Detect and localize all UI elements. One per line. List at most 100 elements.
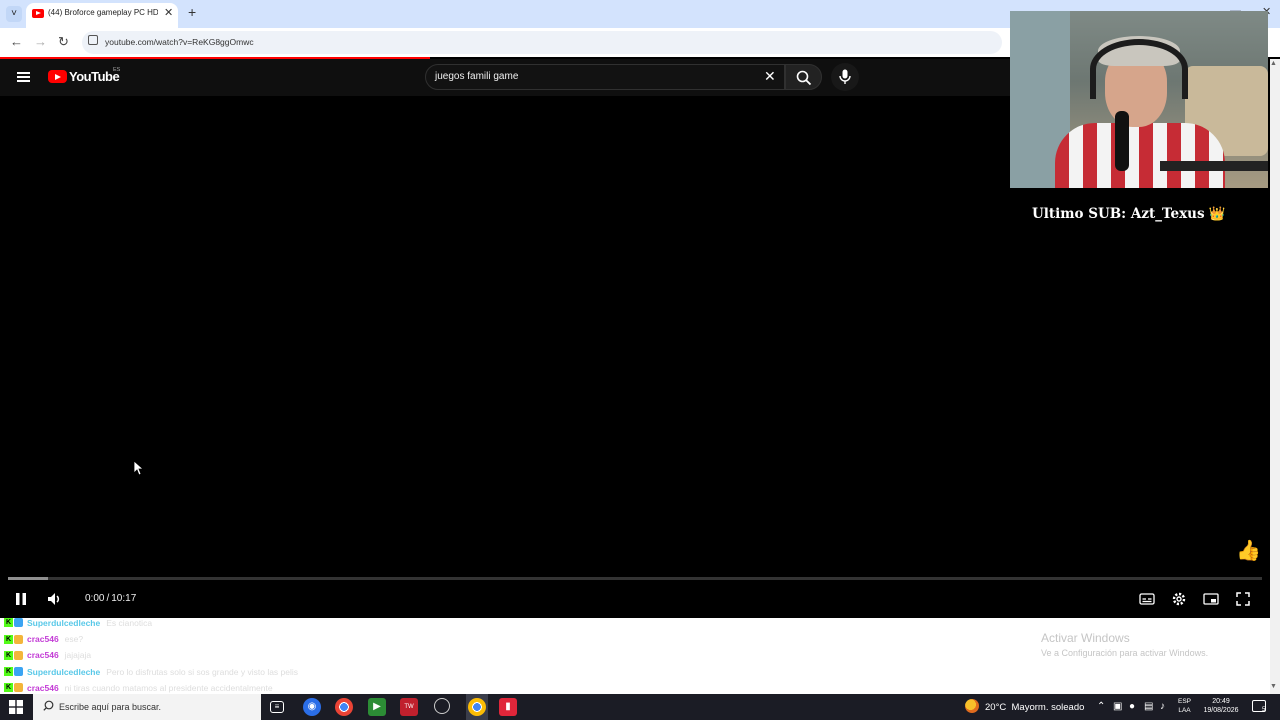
chat-line: Kcrac546 ese? xyxy=(4,633,83,647)
chrome-icon[interactable] xyxy=(335,698,353,716)
lang-top: ESP xyxy=(1178,698,1192,705)
hamburger-menu-icon[interactable] xyxy=(17,72,30,82)
weather-temp: 20°C xyxy=(985,702,1007,713)
weather-desc: Mayorm. soleado xyxy=(1011,702,1085,713)
player-side-area xyxy=(1010,188,1270,618)
chrome-active-icon[interactable] xyxy=(468,698,486,716)
youtube-logo-icon[interactable] xyxy=(48,70,67,83)
forward-arrow-icon[interactable]: → xyxy=(34,34,47,49)
notification-count: 5 xyxy=(1262,707,1266,713)
windows-activation-title: Activar Windows xyxy=(1041,631,1130,645)
settings-gear-icon[interactable] xyxy=(1171,591,1187,607)
chat-username: crac546 xyxy=(27,634,59,645)
search-input[interactable]: juegos famili game ✕ xyxy=(425,64,785,90)
windows-activation-subtitle: Ve a Configuración para activar Windows. xyxy=(1041,648,1209,658)
progress-buffered xyxy=(8,577,48,580)
user-badge-icon xyxy=(14,618,23,628)
obs-icon[interactable] xyxy=(434,698,450,714)
chat-username: Superdulcedleche xyxy=(27,666,101,677)
fullscreen-icon[interactable] xyxy=(1235,591,1251,607)
back-arrow-icon[interactable]: ← xyxy=(10,34,23,49)
user-badge-icon xyxy=(14,634,23,644)
weather-icon[interactable] xyxy=(965,699,979,713)
chat-message: ni tiras cuando matamos al presidente ac… xyxy=(64,682,273,693)
input-language[interactable]: ESP LAA xyxy=(1178,697,1191,715)
webcam-shirt xyxy=(1055,123,1225,188)
user-badge-icon xyxy=(14,650,23,660)
microphone-icon xyxy=(839,69,851,84)
browser-tab-youtube[interactable]: (44) Broforce gameplay PC HD · ✕ xyxy=(26,3,178,28)
webcam-overlay xyxy=(1010,11,1268,188)
last-subscriber-label: Ultimo SUB: Azt_Texus 👑 xyxy=(1032,206,1225,222)
taskbar-clock[interactable]: 20:49 19/08/2026 xyxy=(1200,697,1242,715)
webcam-microphone xyxy=(1115,111,1129,171)
windows-taskbar: Escribe aquí para buscar. ≡ ◉ ▶ TW ▮ 20°… xyxy=(0,694,1280,720)
taskbar-search-icon xyxy=(43,700,54,711)
new-tab-button[interactable]: + xyxy=(188,4,196,20)
clock-time: 20:49 xyxy=(1212,698,1230,705)
video-progress-bar[interactable] xyxy=(8,577,1262,580)
scroll-down-icon[interactable]: ▼ xyxy=(1270,683,1277,690)
weather-text[interactable]: 20°C Mayorm. soleado xyxy=(985,702,1084,713)
page-scrollbar[interactable]: ▲ ▼ xyxy=(1270,59,1280,694)
youtube-wordmark[interactable]: YouTube xyxy=(69,69,120,84)
kick-badge-icon: K xyxy=(4,634,13,644)
voice-search-button[interactable] xyxy=(831,63,859,91)
app-pinned-icon-7[interactable]: ▮ xyxy=(499,698,517,716)
lang-bottom: LAA xyxy=(1178,707,1191,714)
kick-badge-icon: K xyxy=(4,683,13,693)
chat-line: Kcrac546 jajajaja xyxy=(4,650,91,664)
windows-start-icon[interactable] xyxy=(9,700,23,714)
taskbar-search-box[interactable]: Escribe aquí para buscar. xyxy=(33,694,261,720)
tray-app-icon[interactable]: ▣ xyxy=(1113,701,1122,712)
search-button[interactable] xyxy=(785,64,822,90)
crown-icon: 👑 xyxy=(1208,206,1226,222)
app-pinned-icon-3[interactable]: ▶ xyxy=(368,698,386,716)
chat-username: Superdulcedleche xyxy=(27,617,101,628)
miniplayer-icon[interactable] xyxy=(1203,591,1219,607)
chat-line: K Superdulcedleche Pero lo disfrutas solo … xyxy=(4,666,298,680)
search-query[interactable]: juegos famili game xyxy=(435,71,518,82)
app-pinned-icon-1[interactable]: ◉ xyxy=(303,698,321,716)
chat-message: Es cianotica xyxy=(106,617,153,628)
chat-line: K Superdulcedleche Es cianotica xyxy=(4,617,152,631)
kick-badge-icon: K xyxy=(4,650,13,660)
volume-icon[interactable] xyxy=(46,591,62,607)
kick-badge-icon: K xyxy=(4,618,13,628)
reload-icon[interactable]: ↻ xyxy=(58,34,69,50)
task-view-icon[interactable]: ≡ xyxy=(270,701,284,713)
pause-icon[interactable] xyxy=(14,591,28,607)
kick-badge-icon: K xyxy=(4,667,13,677)
site-info-icon[interactable] xyxy=(88,35,98,45)
speaker-icon[interactable]: ♪ xyxy=(1160,701,1165,712)
app-pinned-icon-4[interactable]: TW xyxy=(400,698,418,716)
youtube-favicon-icon xyxy=(32,9,44,18)
last-sub-text: Ultimo SUB: Azt_Texus xyxy=(1032,206,1205,222)
country-code: ES xyxy=(113,67,121,73)
chat-username: crac546 xyxy=(27,682,59,693)
chat-message: ese? xyxy=(64,634,84,645)
clear-search-icon[interactable]: ✕ xyxy=(764,68,776,85)
url-text[interactable]: youtube.com/watch?v=ReKG8ggOmwc xyxy=(105,37,254,47)
mouse-cursor-icon xyxy=(133,460,143,476)
screen: ˅ (44) Broforce gameplay PC HD · ✕ + — ✕… xyxy=(0,0,1280,720)
tray-chevron-icon[interactable]: ⌃ xyxy=(1097,701,1105,712)
time-display: 0:00/10:17 xyxy=(85,593,137,604)
webcam-headset xyxy=(1090,39,1188,99)
subtitles-icon[interactable] xyxy=(1139,591,1155,607)
tray-mic-icon[interactable]: ● xyxy=(1129,701,1135,712)
clock-date: 19/08/2026 xyxy=(1203,707,1239,714)
youtube-masthead: YouTube ES juegos famili game ✕ xyxy=(0,59,1010,96)
like-animation-icon: 👍 xyxy=(1236,540,1261,562)
chat-username: crac546 xyxy=(27,650,59,661)
tab-search-chevron-icon[interactable]: ˅ xyxy=(6,6,22,22)
user-badge-icon xyxy=(14,667,23,677)
tab-close-icon[interactable]: ✕ xyxy=(164,6,173,19)
scroll-up-icon[interactable]: ▲ xyxy=(1270,60,1277,67)
network-icon[interactable]: ▤ xyxy=(1144,701,1153,712)
taskbar-search-placeholder[interactable]: Escribe aquí para buscar. xyxy=(59,702,161,712)
address-bar[interactable]: youtube.com/watch?v=ReKG8ggOmwc xyxy=(82,31,1002,54)
chat-message: Pero lo disfrutas solo si sos grande y v… xyxy=(106,666,299,677)
search-icon xyxy=(796,70,812,86)
video-player[interactable] xyxy=(0,96,1010,618)
